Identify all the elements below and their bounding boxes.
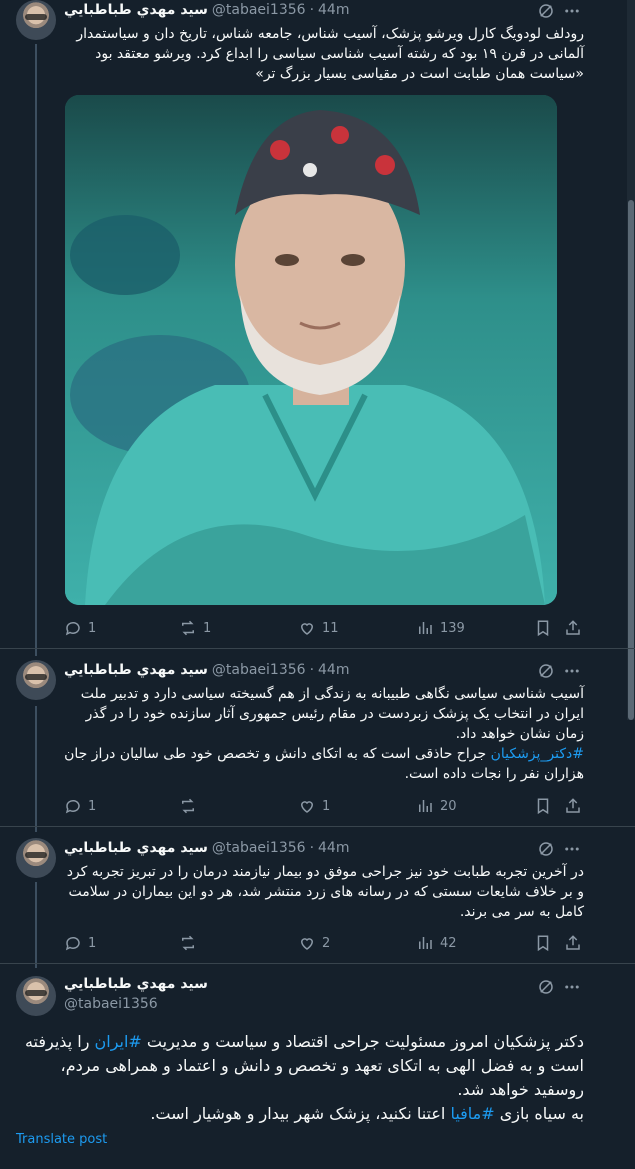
more-icon[interactable] (563, 978, 581, 996)
views-icon (419, 937, 432, 949)
post-text: در آخرین تجربه طبابت خود نیز جراحی موفق … (66, 864, 584, 920)
post-text: آسیب شناسی سیاسی نگاهی طبیبانه به زندگی … (64, 684, 584, 784)
bookmark-icon[interactable] (534, 934, 552, 952)
display-name[interactable]: سید مهدي طباطبايي (64, 840, 208, 856)
avatar[interactable] (16, 0, 56, 40)
divider (0, 963, 635, 964)
thread-line (35, 706, 37, 832)
views-button[interactable]: 42 (416, 934, 457, 952)
display-name[interactable]: سید مهدي طباطبايي (64, 2, 208, 18)
like-count: 11 (322, 620, 339, 636)
reply-icon (65, 621, 80, 636)
post-time[interactable]: 44m (318, 2, 349, 18)
reply-icon (65, 936, 80, 951)
hashtag-link[interactable]: #مافیا (450, 1104, 494, 1123)
user-handle[interactable]: @tabaei1356 (212, 662, 306, 678)
reply-button[interactable]: 1 (64, 934, 96, 952)
views-button[interactable]: 139 (416, 619, 465, 637)
main-post-text-line2-end: اعتنا نکنید، پزشک شهر بیدار و هوشیار است… (150, 1104, 451, 1123)
post-text: رودلف لودویگ کارل ویرشو پزشک، آسیب شناس،… (76, 26, 584, 82)
post-time[interactable]: 44m (318, 840, 349, 856)
page-scrollbar[interactable] (627, 0, 635, 720)
like-button[interactable]: 1 (298, 797, 330, 815)
like-icon (300, 938, 314, 950)
user-handle[interactable]: @tabaei1356 (64, 996, 158, 1012)
post-text-main: آسیب شناسی سیاسی نگاهی طبیبانه به زندگی … (80, 686, 584, 742)
main-post-text-line2: به سیاه بازی (494, 1104, 584, 1123)
main-post-text: دکتر پزشکیان امروز مسئولیت جراحی اقتصاد … (16, 1030, 584, 1126)
repost-button[interactable]: 1 (179, 619, 211, 637)
post-actions: 1 2 42 (64, 934, 584, 954)
user-handle[interactable]: @tabaei1356 (212, 2, 306, 18)
user-handle[interactable]: @tabaei1356 (212, 840, 306, 856)
bookmark-icon[interactable] (534, 797, 552, 815)
repost-icon (182, 798, 194, 814)
post-actions: 1 1 20 (64, 797, 584, 817)
like-button[interactable]: 2 (298, 934, 330, 952)
post-time[interactable]: 44m (318, 662, 349, 678)
separator: · (309, 662, 315, 678)
portrait-illustration (65, 95, 557, 605)
like-icon (300, 801, 314, 813)
post-header: سید مهدي طباطبايي @tabaei1356 · 44m (64, 0, 349, 20)
views-button[interactable]: 20 (416, 797, 457, 815)
views-icon (419, 622, 432, 634)
like-icon (300, 623, 314, 635)
bookmark-icon[interactable] (534, 619, 552, 637)
reply-count: 1 (88, 620, 97, 636)
post-header: سید مهدي طباطبايي @tabaei1356 · 44m (64, 838, 349, 858)
share-icon[interactable] (564, 797, 582, 815)
post-image[interactable] (65, 95, 557, 605)
share-icon[interactable] (564, 619, 582, 637)
thread-line (35, 882, 37, 968)
avatar[interactable] (16, 838, 56, 878)
like-button[interactable]: 11 (298, 619, 339, 637)
repost-button[interactable] (179, 934, 203, 952)
avatar[interactable] (16, 976, 56, 1016)
hashtag-link[interactable]: #ایران (95, 1032, 142, 1051)
views-count: 20 (440, 798, 457, 814)
reply-button[interactable]: 1 (64, 619, 96, 637)
separator: · (309, 2, 315, 18)
post-actions: 1 1 11 139 (64, 619, 584, 639)
views-count: 42 (440, 935, 457, 951)
share-icon[interactable] (564, 934, 582, 952)
reply-button[interactable]: 1 (64, 797, 96, 815)
grok-icon[interactable] (537, 978, 555, 996)
like-count: 1 (322, 798, 331, 814)
grok-icon[interactable] (537, 840, 555, 858)
repost-icon (182, 935, 194, 951)
like-count: 2 (322, 935, 331, 951)
views-count: 139 (440, 620, 465, 636)
main-post-text-line1: دکتر پزشکیان امروز مسئولیت جراحی اقتصاد … (141, 1032, 584, 1051)
repost-button[interactable] (179, 797, 203, 815)
divider (0, 648, 635, 649)
separator: · (309, 840, 315, 856)
reply-icon (65, 799, 80, 814)
reply-count: 1 (88, 935, 97, 951)
repost-count: 1 (203, 620, 212, 636)
grok-icon[interactable] (537, 662, 555, 680)
thread-line (35, 44, 37, 656)
hashtag-link[interactable]: #دکتر_پزشکیان (491, 746, 584, 762)
views-icon (419, 800, 432, 812)
more-icon[interactable] (563, 2, 581, 20)
translate-post-link[interactable]: Translate post (16, 1132, 107, 1147)
post-header: سید مهدي طباطبايي @tabaei1356 · 44m (64, 660, 349, 680)
display-name[interactable]: سید مهدي طباطبايي (64, 976, 208, 992)
more-icon[interactable] (563, 662, 581, 680)
divider (0, 826, 635, 827)
display-name[interactable]: سید مهدي طباطبايي (64, 662, 208, 678)
grok-icon[interactable] (537, 2, 555, 20)
reply-count: 1 (88, 798, 97, 814)
avatar[interactable] (16, 660, 56, 700)
repost-icon (182, 620, 194, 636)
more-icon[interactable] (563, 840, 581, 858)
